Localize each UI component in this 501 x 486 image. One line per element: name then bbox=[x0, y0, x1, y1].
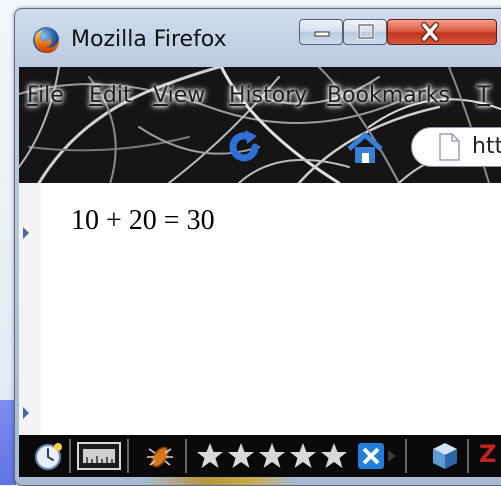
screen-ruler-icon[interactable] bbox=[77, 441, 121, 471]
status-separator bbox=[405, 439, 407, 473]
menu-file[interactable]: File bbox=[27, 83, 64, 108]
address-bar[interactable]: htt bbox=[411, 127, 501, 167]
page-text: 10 + 20 = 30 bbox=[71, 205, 215, 236]
clock-icon[interactable] bbox=[33, 440, 65, 472]
firebug-icon[interactable] bbox=[143, 439, 177, 473]
menu-bar: File Edit View History Bookmarks T bbox=[19, 79, 501, 113]
reload-icon[interactable] bbox=[225, 127, 265, 167]
close-button[interactable] bbox=[387, 19, 497, 45]
page-icon bbox=[439, 133, 460, 161]
window-bottom-accent bbox=[145, 477, 295, 485]
zotero-icon[interactable]: Z bbox=[479, 440, 496, 468]
window-title: Mozilla Firefox bbox=[71, 27, 227, 52]
home-icon[interactable] bbox=[345, 129, 385, 169]
menu-view[interactable]: View bbox=[153, 83, 205, 108]
status-bar: Z bbox=[19, 435, 501, 477]
firefox-window: Mozilla Firefox File Edit View History B… bbox=[14, 8, 501, 486]
close-icon bbox=[421, 22, 439, 42]
browser-chrome: File Edit View History Bookmarks T htt bbox=[19, 67, 501, 183]
status-separator bbox=[127, 439, 129, 473]
xmarks-icon[interactable] bbox=[357, 441, 401, 471]
status-separator bbox=[467, 439, 469, 473]
menu-bookmarks[interactable]: Bookmarks bbox=[327, 83, 450, 108]
sidebar-strip bbox=[19, 183, 42, 435]
menu-edit[interactable]: Edit bbox=[89, 83, 132, 108]
cube-icon[interactable] bbox=[429, 440, 461, 472]
status-separator bbox=[185, 439, 187, 473]
minimize-button[interactable] bbox=[299, 19, 343, 45]
page-content: 10 + 20 = 30 bbox=[41, 183, 501, 435]
menu-tools[interactable]: T bbox=[477, 83, 490, 108]
maximize-icon bbox=[357, 23, 375, 40]
title-bar[interactable]: Mozilla Firefox bbox=[15, 9, 501, 69]
menu-history[interactable]: History bbox=[229, 83, 307, 108]
minimize-icon bbox=[314, 31, 330, 37]
firefox-logo-icon bbox=[33, 27, 60, 54]
rating-stars[interactable] bbox=[195, 441, 355, 471]
maximize-button[interactable] bbox=[343, 19, 387, 45]
status-separator bbox=[69, 439, 71, 473]
sidebar-markers bbox=[23, 227, 29, 419]
address-input[interactable]: htt bbox=[472, 134, 501, 159]
